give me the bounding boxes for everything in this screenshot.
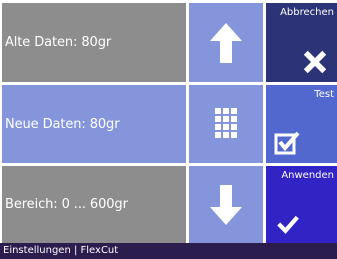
old-data-label: Alte Daten: 80gr (5, 35, 112, 50)
new-data-field[interactable]: Neue Daten: 80gr (2, 85, 186, 163)
old-data-field[interactable]: Alte Daten: 80gr (2, 3, 186, 82)
apply-button[interactable]: Anwenden (266, 166, 337, 243)
cancel-button[interactable]: Abbrechen (266, 3, 337, 82)
range-field[interactable]: Bereich: 0 ... 600gr (2, 166, 186, 243)
apply-label: Anwenden (281, 170, 334, 181)
up-button[interactable] (189, 3, 263, 82)
test-button[interactable]: Test (266, 85, 337, 163)
status-bar: Einstellungen | FlexCut (0, 243, 337, 259)
arrow-down-icon (210, 184, 242, 225)
test-label: Test (314, 89, 334, 100)
checkmark-icon (277, 215, 299, 234)
down-button[interactable] (189, 166, 263, 243)
keypad-button[interactable] (189, 85, 263, 163)
keypad-icon (215, 108, 237, 138)
range-label: Bereich: 0 ... 600gr (5, 197, 128, 212)
flexcut-settings-screen: Alte Daten: 80gr Neue Daten: 80gr Bereic… (0, 0, 337, 259)
new-data-label: Neue Daten: 80gr (5, 116, 120, 132)
status-bar-text: Einstellungen | FlexCut (3, 245, 119, 256)
checkbox-checked-icon (274, 131, 300, 155)
close-icon (303, 50, 327, 74)
arrow-up-icon (210, 22, 242, 63)
cancel-label: Abbrechen (280, 7, 334, 18)
